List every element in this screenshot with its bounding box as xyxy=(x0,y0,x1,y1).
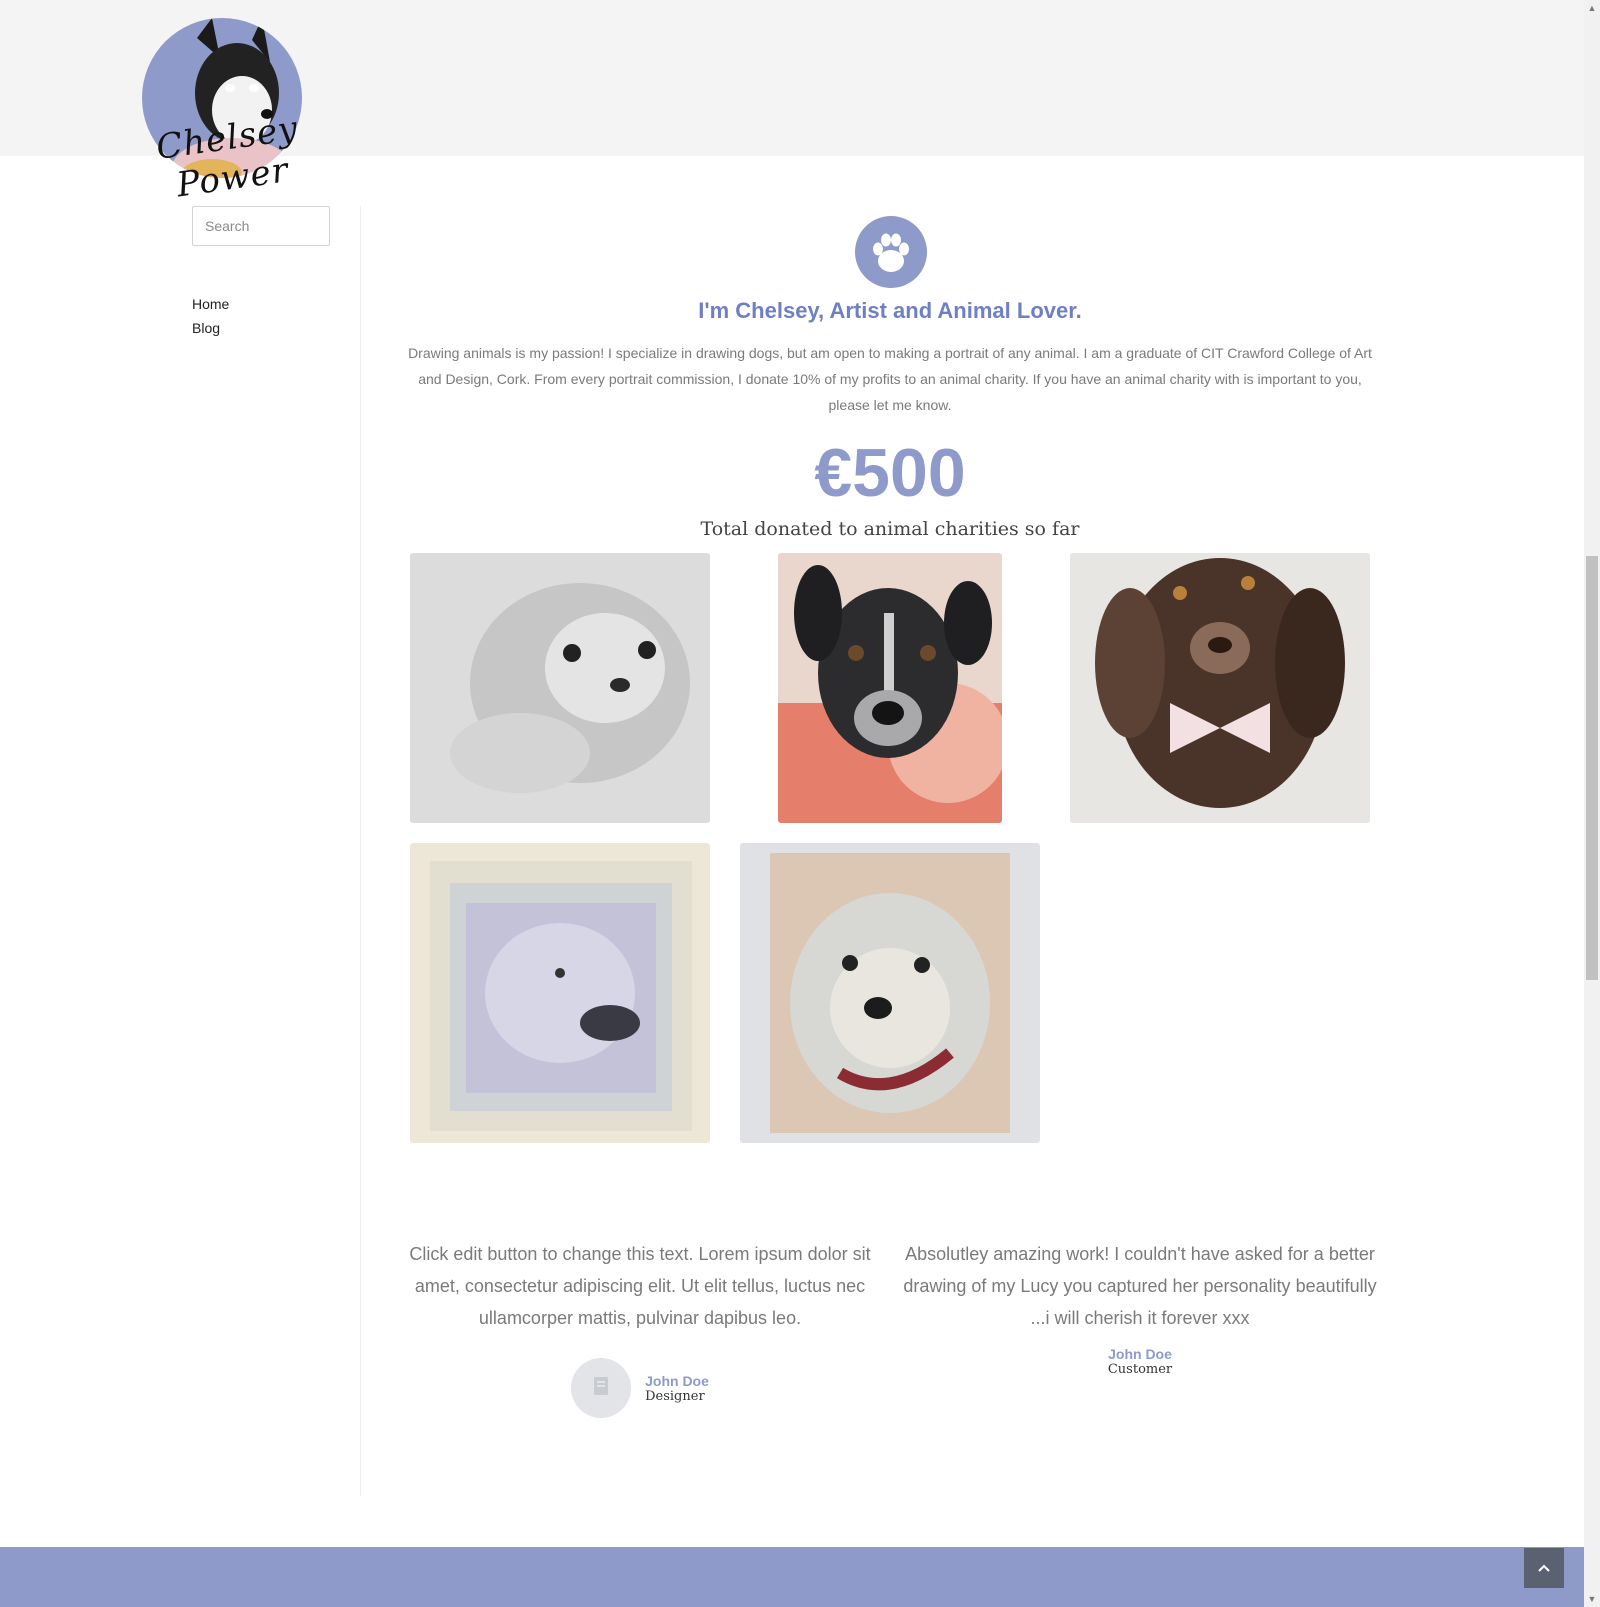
sidebar-divider xyxy=(360,206,361,1496)
page-scrollbar[interactable]: ▲ ▼ xyxy=(1584,0,1600,1607)
author-block: John Doe Designer xyxy=(645,1373,709,1404)
paw-icon xyxy=(855,216,927,288)
sidebar-nav: Home Blog xyxy=(192,292,330,340)
nav-item-home[interactable]: Home xyxy=(192,292,330,316)
gallery-image-pomeranian[interactable] xyxy=(410,553,710,823)
chevron-up-icon xyxy=(1538,1564,1550,1572)
testimonial-2-name: John Doe xyxy=(1108,1346,1172,1362)
testimonial-2-role: Customer xyxy=(1107,1362,1173,1377)
donation-amount: €500 xyxy=(814,435,966,511)
image-placeholder-icon xyxy=(571,1358,632,1418)
gallery-image-spaniel[interactable] xyxy=(1070,553,1370,823)
testimonial-1-role: Designer xyxy=(645,1388,705,1404)
testimonial-2: Absolutley amazing work! I couldn't have… xyxy=(900,1238,1380,1377)
hero-intro: Drawing animals is my passion! I special… xyxy=(408,345,1372,413)
sidebar: Home Blog xyxy=(192,206,330,340)
testimonial-2-text: Absolutley amazing work! I couldn't have… xyxy=(903,1244,1377,1328)
footer xyxy=(0,1547,1584,1607)
testimonial-1: Click edit button to change this text. L… xyxy=(400,1238,880,1418)
gallery-image-terrier[interactable] xyxy=(778,553,1002,823)
gallery-image-retriever[interactable] xyxy=(410,843,710,1143)
testimonial-2-author: John Doe Customer xyxy=(900,1346,1380,1377)
site-logo[interactable]: Chelsey Power xyxy=(128,0,328,205)
gallery-image-white-dog[interactable] xyxy=(740,843,1040,1143)
search-input[interactable] xyxy=(192,206,330,246)
testimonial-1-text: Click edit button to change this text. L… xyxy=(409,1244,871,1328)
donation-caption: Total donated to animal charities so far xyxy=(700,518,1080,540)
testimonial-1-name: John Doe xyxy=(645,1372,709,1389)
nav-item-blog[interactable]: Blog xyxy=(192,316,330,340)
author-block: John Doe Customer xyxy=(1108,1346,1172,1377)
back-to-top-button[interactable] xyxy=(1524,1548,1564,1588)
scroll-down-arrow-icon[interactable]: ▼ xyxy=(1584,1591,1600,1607)
scroll-up-arrow-icon[interactable]: ▲ xyxy=(1584,0,1600,16)
testimonial-1-author: John Doe Designer xyxy=(400,1358,880,1418)
hero-headline: I'm Chelsey, Artist and Animal Lover. xyxy=(698,298,1082,323)
scroll-thumb[interactable] xyxy=(1586,556,1598,980)
